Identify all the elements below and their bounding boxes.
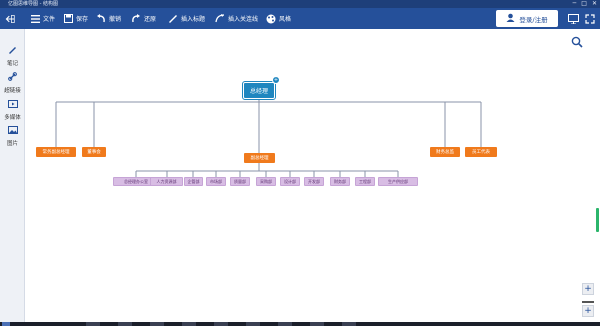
search-button[interactable] [571,33,583,52]
sub-node[interactable]: 开发部 [304,177,324,186]
vertical-scrollbar-thumb[interactable] [596,208,599,232]
taskbar-app[interactable] [342,322,356,326]
sub-node[interactable]: 人力资源部 [150,177,183,186]
sub-node[interactable]: 工程部 [355,177,375,186]
sub-node[interactable]: 市场部 [206,177,226,186]
os-taskbar [0,322,600,326]
start-button[interactable] [2,322,10,326]
root-node[interactable]: 总经理 [242,81,276,100]
taskbar-app[interactable] [182,322,196,326]
connector-lines [55,99,482,177]
zoom-slider[interactable] [582,301,594,303]
taskbar-app[interactable] [214,322,228,326]
sub-node[interactable]: 生产供应部 [378,177,418,186]
root-expand-badge[interactable]: + [272,76,280,84]
branch-node[interactable]: 常务副总经理 [36,147,76,157]
taskbar-app[interactable] [150,322,164,326]
sub-node[interactable]: 企管部 [184,177,203,186]
zoom-in-button[interactable]: + [582,283,594,295]
zoom-out-button[interactable]: + [582,305,594,317]
sub-node[interactable]: 采购部 [256,177,276,186]
search-icon [571,33,583,52]
taskbar-app[interactable] [310,322,324,326]
taskbar-app[interactable] [278,322,292,326]
taskbar-app[interactable] [86,322,100,326]
branch-node[interactable]: 员工代表 [465,147,497,157]
sub-node[interactable]: 质量部 [230,177,250,186]
sub-node[interactable]: 设计部 [280,177,300,186]
branch-node[interactable]: 副总经理 [244,153,275,163]
taskbar-app[interactable] [118,322,132,326]
sub-node[interactable]: 财务部 [330,177,350,186]
branch-node[interactable]: 董事会 [82,147,106,157]
branch-node[interactable]: 财务总监 [430,147,460,157]
taskbar-app[interactable] [246,322,260,326]
